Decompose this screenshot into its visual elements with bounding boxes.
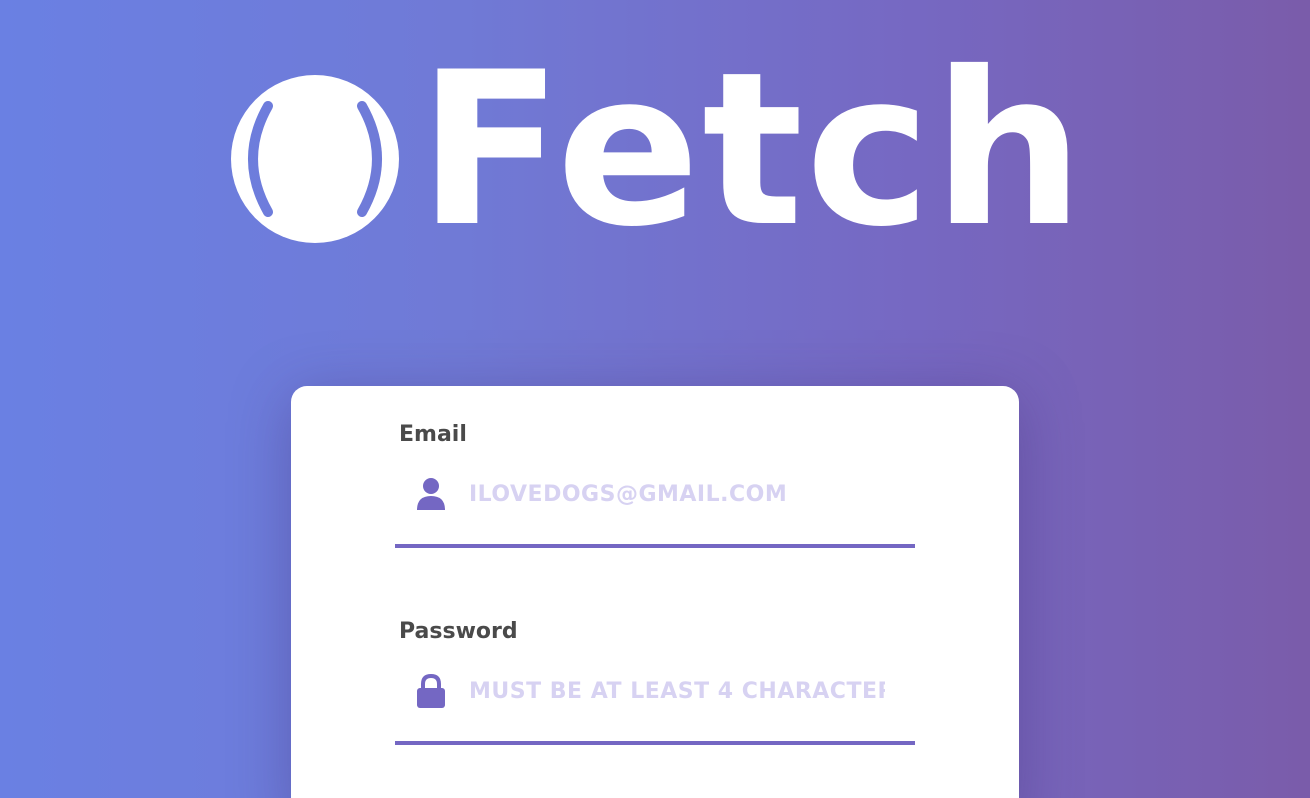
login-card: Email Password: [291, 386, 1019, 798]
password-input[interactable]: [469, 671, 885, 711]
brand-wordmark: Fetch: [418, 26, 1086, 273]
password-label: Password: [399, 619, 518, 644]
email-input[interactable]: [469, 474, 885, 514]
password-underline: [395, 741, 915, 745]
user-icon: [417, 478, 445, 510]
lock-icon: [417, 673, 445, 708]
email-label: Email: [399, 422, 467, 447]
tennis-ball-icon: [231, 75, 399, 243]
password-field-group: Password: [395, 617, 915, 745]
email-field-group: Email: [395, 420, 915, 548]
email-input-row: [395, 450, 915, 548]
fetch-logo: Fetch: [230, 44, 1084, 256]
email-underline: [395, 544, 915, 548]
password-input-row: [395, 647, 915, 745]
